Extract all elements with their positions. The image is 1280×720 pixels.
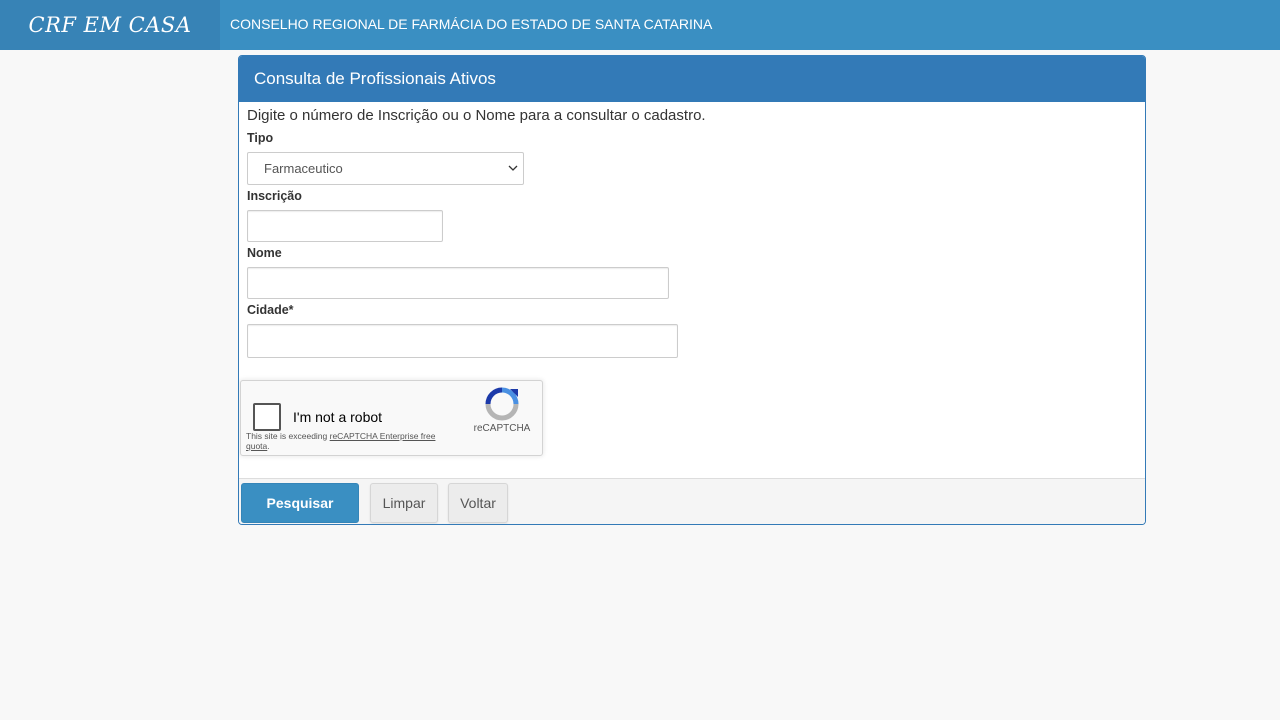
cidade-input[interactable] [247,324,678,358]
pesquisar-button[interactable]: Pesquisar [241,483,359,523]
recaptcha-brand: reCAPTCHA [473,423,531,434]
brand-logo[interactable]: CRF EM CASA [0,0,220,50]
navbar-title: CONSELHO REGIONAL DE FARMÁCIA DO ESTADO … [230,16,713,32]
inscricao-input[interactable] [247,210,443,242]
instructions-text: Digite o número de Inscrição ou o Nome p… [247,107,706,124]
cidade-label: Cidade* [247,303,294,317]
panel-heading: Consulta de Profissionais Ativos [239,56,1145,102]
top-navbar: CRF EM CASA CONSELHO REGIONAL DE FARMÁCI… [0,0,1280,50]
recaptcha-note-prefix: This site is exceeding [246,431,330,441]
tipo-label: Tipo [247,131,274,145]
recaptcha-note-suffix: . [267,441,270,451]
tipo-select-value: Farmaceutico [264,161,343,176]
recaptcha-logo-icon [485,387,519,421]
recaptcha-checkbox[interactable] [253,403,281,431]
nome-label: Nome [247,246,282,260]
voltar-button[interactable]: Voltar [448,483,508,523]
limpar-button[interactable]: Limpar [370,483,438,523]
tipo-select[interactable]: Farmaceutico [247,152,524,185]
panel-footer: Pesquisar Limpar Voltar [239,478,1145,524]
consulta-panel: Consulta de Profissionais Ativos Digite … [238,55,1146,525]
nome-input[interactable] [247,267,669,299]
chevron-down-icon [508,165,518,171]
recaptcha-quota-note: This site is exceeding reCAPTCHA Enterpr… [246,431,446,451]
recaptcha-checkbox-label: I'm not a robot [293,409,383,425]
recaptcha-widget: I'm not a robot This site is exceeding r… [240,380,543,456]
inscricao-label: Inscrição [247,189,302,203]
